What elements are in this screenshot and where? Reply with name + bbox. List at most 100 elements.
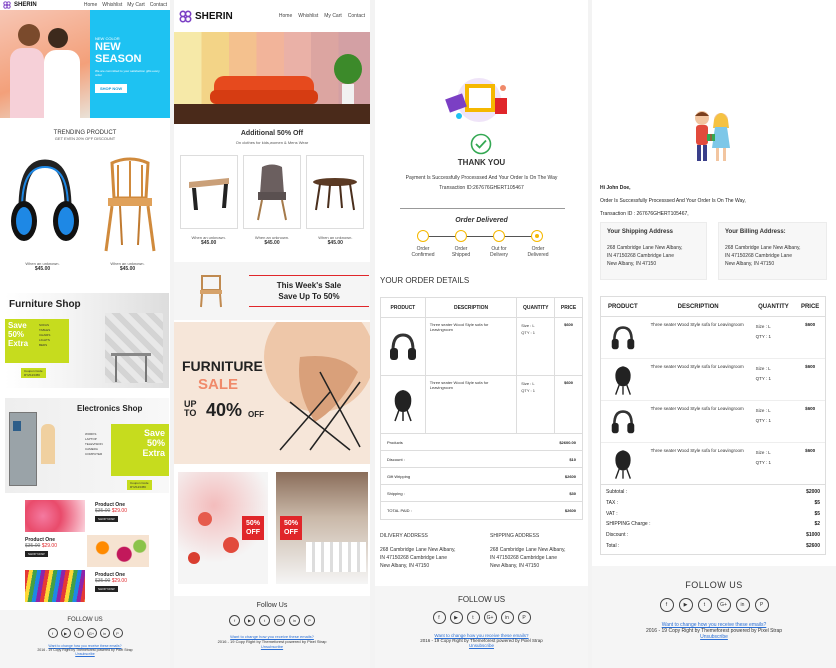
discount-percent: 50% — [245, 520, 260, 527]
unsubscribe-link[interactable]: Unsubscribe — [375, 643, 588, 648]
unsubscribe-link[interactable]: Unsubscribe — [0, 652, 170, 656]
facebook-icon[interactable]: f — [47, 628, 58, 638]
nav-cart[interactable]: My Cart — [324, 13, 342, 19]
sale-subtitle: SALE — [198, 376, 239, 393]
product-card[interactable]: When an unknown. $45.00 — [179, 155, 238, 246]
product-description: Three seater Wood Style sofa for Leaving… — [650, 322, 744, 327]
nav-wishlist[interactable]: Whishlist — [298, 13, 318, 19]
brand-logo[interactable]: SHERIN — [179, 10, 233, 23]
google-plus-icon[interactable]: G+ — [274, 615, 285, 626]
google-plus-icon[interactable]: G+ — [483, 611, 497, 624]
linkedin-icon[interactable]: in — [99, 628, 110, 638]
nav-wishlist[interactable]: Whishlist — [102, 2, 122, 8]
linkedin-icon[interactable]: in — [500, 611, 514, 624]
qty-value: QTY : 1 — [521, 388, 535, 393]
weekly-sale-banner[interactable]: This Week's Sale Save Up To 50% — [174, 262, 370, 320]
drinks-photo[interactable]: 50% OFF — [178, 472, 268, 584]
nav-contact[interactable]: Contact — [348, 13, 365, 19]
coupon-code: RYZ123456 — [24, 373, 40, 377]
twitter-icon[interactable]: t — [259, 615, 270, 626]
product-price: $600 — [805, 322, 816, 327]
youtube-icon[interactable]: ▶ — [449, 611, 463, 624]
youtube-icon[interactable]: ▶ — [60, 628, 71, 638]
address-line: 268 Cambridge Lane New Albany, — [490, 547, 566, 553]
order-details-title: YOUR ORDER DETAILS — [380, 276, 470, 285]
step-label: Out for Delivery — [489, 246, 509, 258]
address-title: Your Billing Address: — [725, 229, 786, 235]
thank-you-title: THANK YOU — [457, 158, 506, 167]
col-quantity: QUANTITY — [516, 298, 554, 317]
facebook-icon[interactable]: f — [229, 615, 240, 626]
total-value: $1000 — [806, 532, 820, 539]
save-line-1: Save — [143, 428, 165, 438]
unsubscribe-link[interactable]: Unsubscribe — [174, 644, 370, 649]
total-value: $10 — [569, 456, 576, 462]
hero-photo — [0, 10, 90, 118]
twitter-icon[interactable]: t — [466, 611, 480, 624]
nav-home[interactable]: Home — [279, 13, 292, 19]
youtube-icon[interactable]: ▶ — [678, 598, 693, 612]
chair-image[interactable] — [100, 153, 160, 253]
twitter-icon[interactable]: t — [73, 628, 84, 638]
speaker-image — [394, 389, 412, 421]
pinterest-icon[interactable]: P — [304, 615, 315, 626]
transaction-id: Transaction ID : 267676GHERT105467, — [600, 211, 689, 217]
table-row: Three seater Wood Style sofa for Leaving… — [601, 401, 825, 443]
total-value: $5 — [814, 499, 820, 506]
total-row: Gift Wripping $2600 — [381, 468, 582, 485]
shop-now-button[interactable]: SHOP NOW — [25, 551, 48, 557]
facebook-icon[interactable]: f — [659, 598, 674, 612]
qty-value: QTY : 1 — [755, 376, 772, 381]
template-order-invoice: Hi John Doe, Order Is Successfully Proce… — [592, 0, 836, 668]
shop-now-button[interactable]: SHOP NOW — [95, 516, 118, 522]
product-thumb — [381, 318, 425, 375]
old-price: $35.00 — [95, 508, 111, 514]
hero-title-line-1: NEW — [95, 41, 121, 53]
linkedin-icon[interactable]: in — [289, 615, 300, 626]
email-templates-collage: SHERIN Home Whishlist My Cart Contact NE… — [0, 0, 836, 668]
social-icons: f ▶ t G+ in P — [592, 598, 836, 612]
product-card[interactable]: When an unknown. $45.00 — [306, 155, 365, 246]
template-order-success: THANK YOU Payment Is Successfully Proces… — [375, 0, 588, 668]
twitter-icon[interactable]: t — [697, 598, 712, 612]
pinterest-icon[interactable]: P — [112, 628, 123, 638]
furniture-shop-banner[interactable]: Furniture Shop Save 50% Extra SOFAS TABL… — [5, 293, 169, 388]
youtube-icon[interactable]: ▶ — [244, 615, 255, 626]
product-card[interactable]: When an unknown. $45.00 — [242, 155, 301, 246]
headset-image[interactable] — [10, 153, 80, 253]
product-thumb — [381, 376, 425, 433]
furniture-sale-banner[interactable]: FURNITURE SALE UP TO 40% OFF — [174, 322, 370, 464]
restaurant-photo[interactable]: 50% OFF — [276, 472, 368, 584]
total-label: SHIPPING Charge : — [606, 521, 651, 528]
nav-cart[interactable]: My Cart — [127, 2, 145, 8]
total-value: $2000 — [806, 489, 820, 495]
product-description: Three seater Wood Style sofa for Leaving… — [650, 364, 744, 369]
save-line-2: 50% — [146, 438, 165, 448]
shop-now-button[interactable]: SHOP NOW — [95, 84, 128, 93]
shop-now-button[interactable]: SHOP NOW — [95, 586, 118, 592]
nav-contact[interactable]: Contact — [150, 2, 167, 8]
save-line-1: Save — [8, 321, 27, 330]
logo-icon — [3, 1, 11, 9]
product-price: $45.00 — [34, 266, 51, 272]
google-plus-icon[interactable]: G+ — [86, 628, 97, 638]
order-table: PRODUCT DESCRIPTION QUANTITY PRICE Three… — [600, 296, 826, 555]
banner-title: Furniture Shop — [9, 299, 81, 310]
pinterest-icon[interactable]: P — [754, 598, 769, 612]
shipping-address-card: Your Shipping Address 268 Cambridge Lane… — [600, 222, 707, 280]
product-price: $45.00 — [201, 240, 217, 246]
total-row: Discount : $1000 — [606, 530, 820, 541]
unsubscribe-link[interactable]: Unsubscribe — [592, 634, 836, 640]
linkedin-icon[interactable]: in — [735, 598, 750, 612]
nav-home[interactable]: Home — [84, 2, 97, 8]
product-description: Three seater Wood Style sofa for Leaving… — [424, 376, 517, 433]
hero-subtitle: We are committed to your satisfaction gi… — [95, 69, 160, 77]
facebook-icon[interactable]: f — [432, 611, 446, 624]
google-plus-icon[interactable]: G+ — [716, 598, 731, 612]
electronics-shop-banner[interactable]: Electronics Shop Save 50% Extra WORKS LA… — [5, 398, 169, 493]
pinterest-icon[interactable]: P — [517, 611, 531, 624]
address-line: New Albany, IN 47150 — [490, 563, 540, 569]
logo-icon — [179, 10, 192, 22]
brand-logo[interactable]: SHERIN — [3, 1, 37, 9]
offer-section: Additional 50% Off On clothes for kids,w… — [174, 130, 370, 145]
